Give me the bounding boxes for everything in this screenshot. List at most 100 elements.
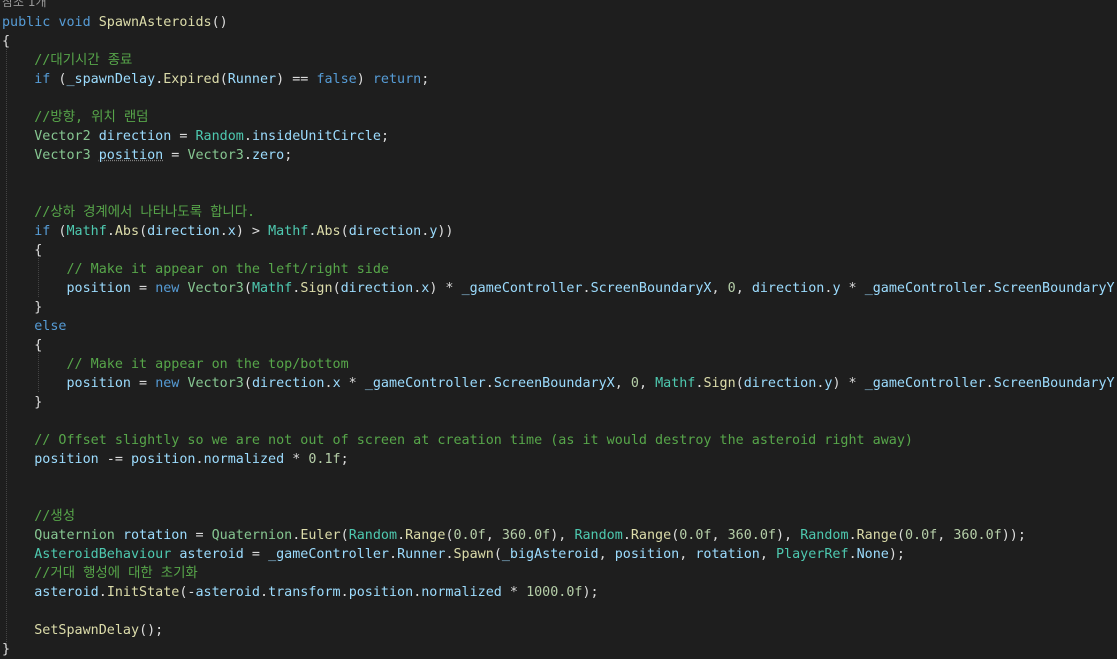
code-token-text: , [937, 528, 954, 543]
code-token-identifier: _gameController [364, 376, 486, 391]
code-token-identifier: _gameController [864, 281, 986, 296]
code-line[interactable]: // Offset slightly so we are not out of … [2, 431, 913, 450]
code-token-text: * [840, 281, 865, 296]
code-token-text: . [582, 281, 591, 296]
code-line[interactable]: } [2, 298, 42, 317]
code-token-number-literal: 0.0f [679, 528, 712, 543]
code-token-text: = [171, 129, 196, 144]
code-line[interactable]: //생성 [2, 507, 75, 526]
code-token-type-name: Mathf [268, 224, 309, 239]
code-line[interactable]: //방향, 위치 랜덤 [2, 108, 148, 127]
code-line[interactable]: Vector3 position = Vector3.zero; [2, 146, 292, 165]
code-token-value-type: Vector3 [187, 376, 244, 391]
code-token-text: , [598, 547, 615, 562]
code-line[interactable]: position = new Vector3(Mathf.Sign(direct… [2, 279, 1117, 298]
code-token-identifier: ScreenBoundaryY [993, 281, 1115, 296]
code-line[interactable]: { [2, 336, 42, 355]
code-token-text: = [131, 281, 156, 296]
code-line[interactable]: //대기시간 종료 [2, 51, 132, 70]
code-token-text: . [243, 129, 252, 144]
code-token-text: . [985, 376, 994, 391]
code-line[interactable]: Quaternion rotation = Quaternion.Euler(R… [2, 526, 1026, 545]
code-token-identifier: direction [743, 376, 817, 391]
code-line[interactable]: SetSpawnDelay(); [2, 621, 163, 640]
code-line[interactable]: asteroid.InitState(-asteroid.transform.p… [2, 583, 598, 602]
code-line[interactable]: } [2, 393, 42, 412]
code-line[interactable]: public void SpawnAsteroids() [2, 13, 228, 32]
code-token-number-literal: 0.0f [905, 528, 938, 543]
code-token-identifier: position [66, 376, 132, 391]
code-token-identifier: asteroid [195, 585, 261, 600]
code-token-text: = [131, 376, 156, 391]
code-token-identifier: y [832, 281, 841, 296]
code-editor[interactable]: 참조 1개 public void SpawnAsteroids() { //대기… [0, 0, 1117, 657]
code-token-method-name: Expired [163, 72, 220, 87]
code-token-method-name: SpawnAsteroids [98, 15, 212, 30]
code-line[interactable]: { [2, 32, 10, 51]
code-token-text: . [98, 585, 107, 600]
code-token-text: . [243, 148, 252, 163]
code-line[interactable]: // Make it appear on the top/bottom [2, 355, 348, 374]
code-token-identifier: x [227, 224, 236, 239]
code-token-identifier: Runner [397, 547, 446, 562]
code-token-identifier: transform [268, 585, 341, 600]
code-line[interactable]: { [2, 241, 42, 260]
references-codelens[interactable]: 참조 1개 [2, 0, 47, 10]
code-line[interactable]: //상하 경계에서 나타나도록 합니다. [2, 203, 255, 222]
code-line[interactable]: // Make it appear on the left/right side [2, 260, 389, 279]
code-token-value-type: Vector3 [187, 148, 244, 163]
code-token-identifier: None [856, 547, 889, 562]
code-line[interactable]: Vector2 direction = Random.insideUnitCir… [2, 127, 389, 146]
code-token-text: . [445, 547, 454, 562]
code-token-keyword: void [58, 15, 91, 30]
code-line[interactable]: //거대 행성에 대한 초기화 [2, 564, 198, 583]
code-token-keyword: else [34, 319, 67, 334]
code-token-method-name: Euler [300, 528, 341, 543]
code-token-comment: // Make it appear on the left/right side [2, 262, 389, 277]
code-line[interactable]: position -= position.normalized * 0.1f; [2, 450, 348, 469]
code-token-identifier: position [34, 452, 99, 467]
code-token-text: () [211, 15, 228, 30]
code-token-identifier: insideUnitCircle [251, 129, 381, 144]
code-token-text: . [985, 281, 994, 296]
code-token-number-literal: 0.1f [308, 452, 341, 467]
code-token-text: ( [735, 376, 744, 391]
code-token-number-literal: 360.0f [501, 528, 551, 543]
code-token-method-name: Sign [703, 376, 736, 391]
code-token-text: ; [284, 148, 293, 163]
code-token-identifier: normalized [421, 585, 502, 600]
code-token-identifier: direction [147, 224, 220, 239]
code-token-text: -= [98, 452, 131, 467]
code-token-text: { [2, 34, 11, 49]
code-token-text: * [501, 585, 527, 600]
code-token-keyword: public [2, 15, 51, 30]
code-token-text: * [340, 376, 365, 391]
code-token-identifier: direction [98, 129, 172, 144]
code-line[interactable]: AsteroidBehaviour asteroid = _gameContro… [2, 545, 905, 564]
code-line[interactable]: if (Mathf.Abs(direction.x) > Mathf.Abs(d… [2, 222, 453, 241]
code-line[interactable]: } [2, 640, 10, 659]
code-token-identifier: Runner [227, 72, 277, 87]
code-line[interactable]: if (_spawnDelay.Expired(Runner) == false… [2, 70, 429, 89]
code-token-keyword: false [316, 72, 357, 87]
code-token-comment: // Offset slightly so we are not out of … [2, 433, 913, 448]
code-token-text: . [324, 376, 333, 391]
code-token-text: } [2, 395, 43, 410]
code-line[interactable]: else [2, 317, 67, 336]
code-token-method-name: SetSpawnDelay [34, 623, 140, 638]
code-token-identifier: position [131, 452, 196, 467]
code-token-value-type: Quaternion [34, 528, 115, 543]
code-token-identifier: direction [251, 376, 325, 391]
code-token-identifier: _spawnDelay [66, 72, 156, 87]
code-line[interactable]: position = new Vector3(direction.x * _ga… [2, 374, 1117, 393]
code-token-text: ( [243, 376, 252, 391]
code-token-identifier: ScreenBoundaryY [993, 376, 1115, 391]
code-token-text: ; [421, 72, 430, 87]
code-token-text: ( [50, 224, 67, 239]
